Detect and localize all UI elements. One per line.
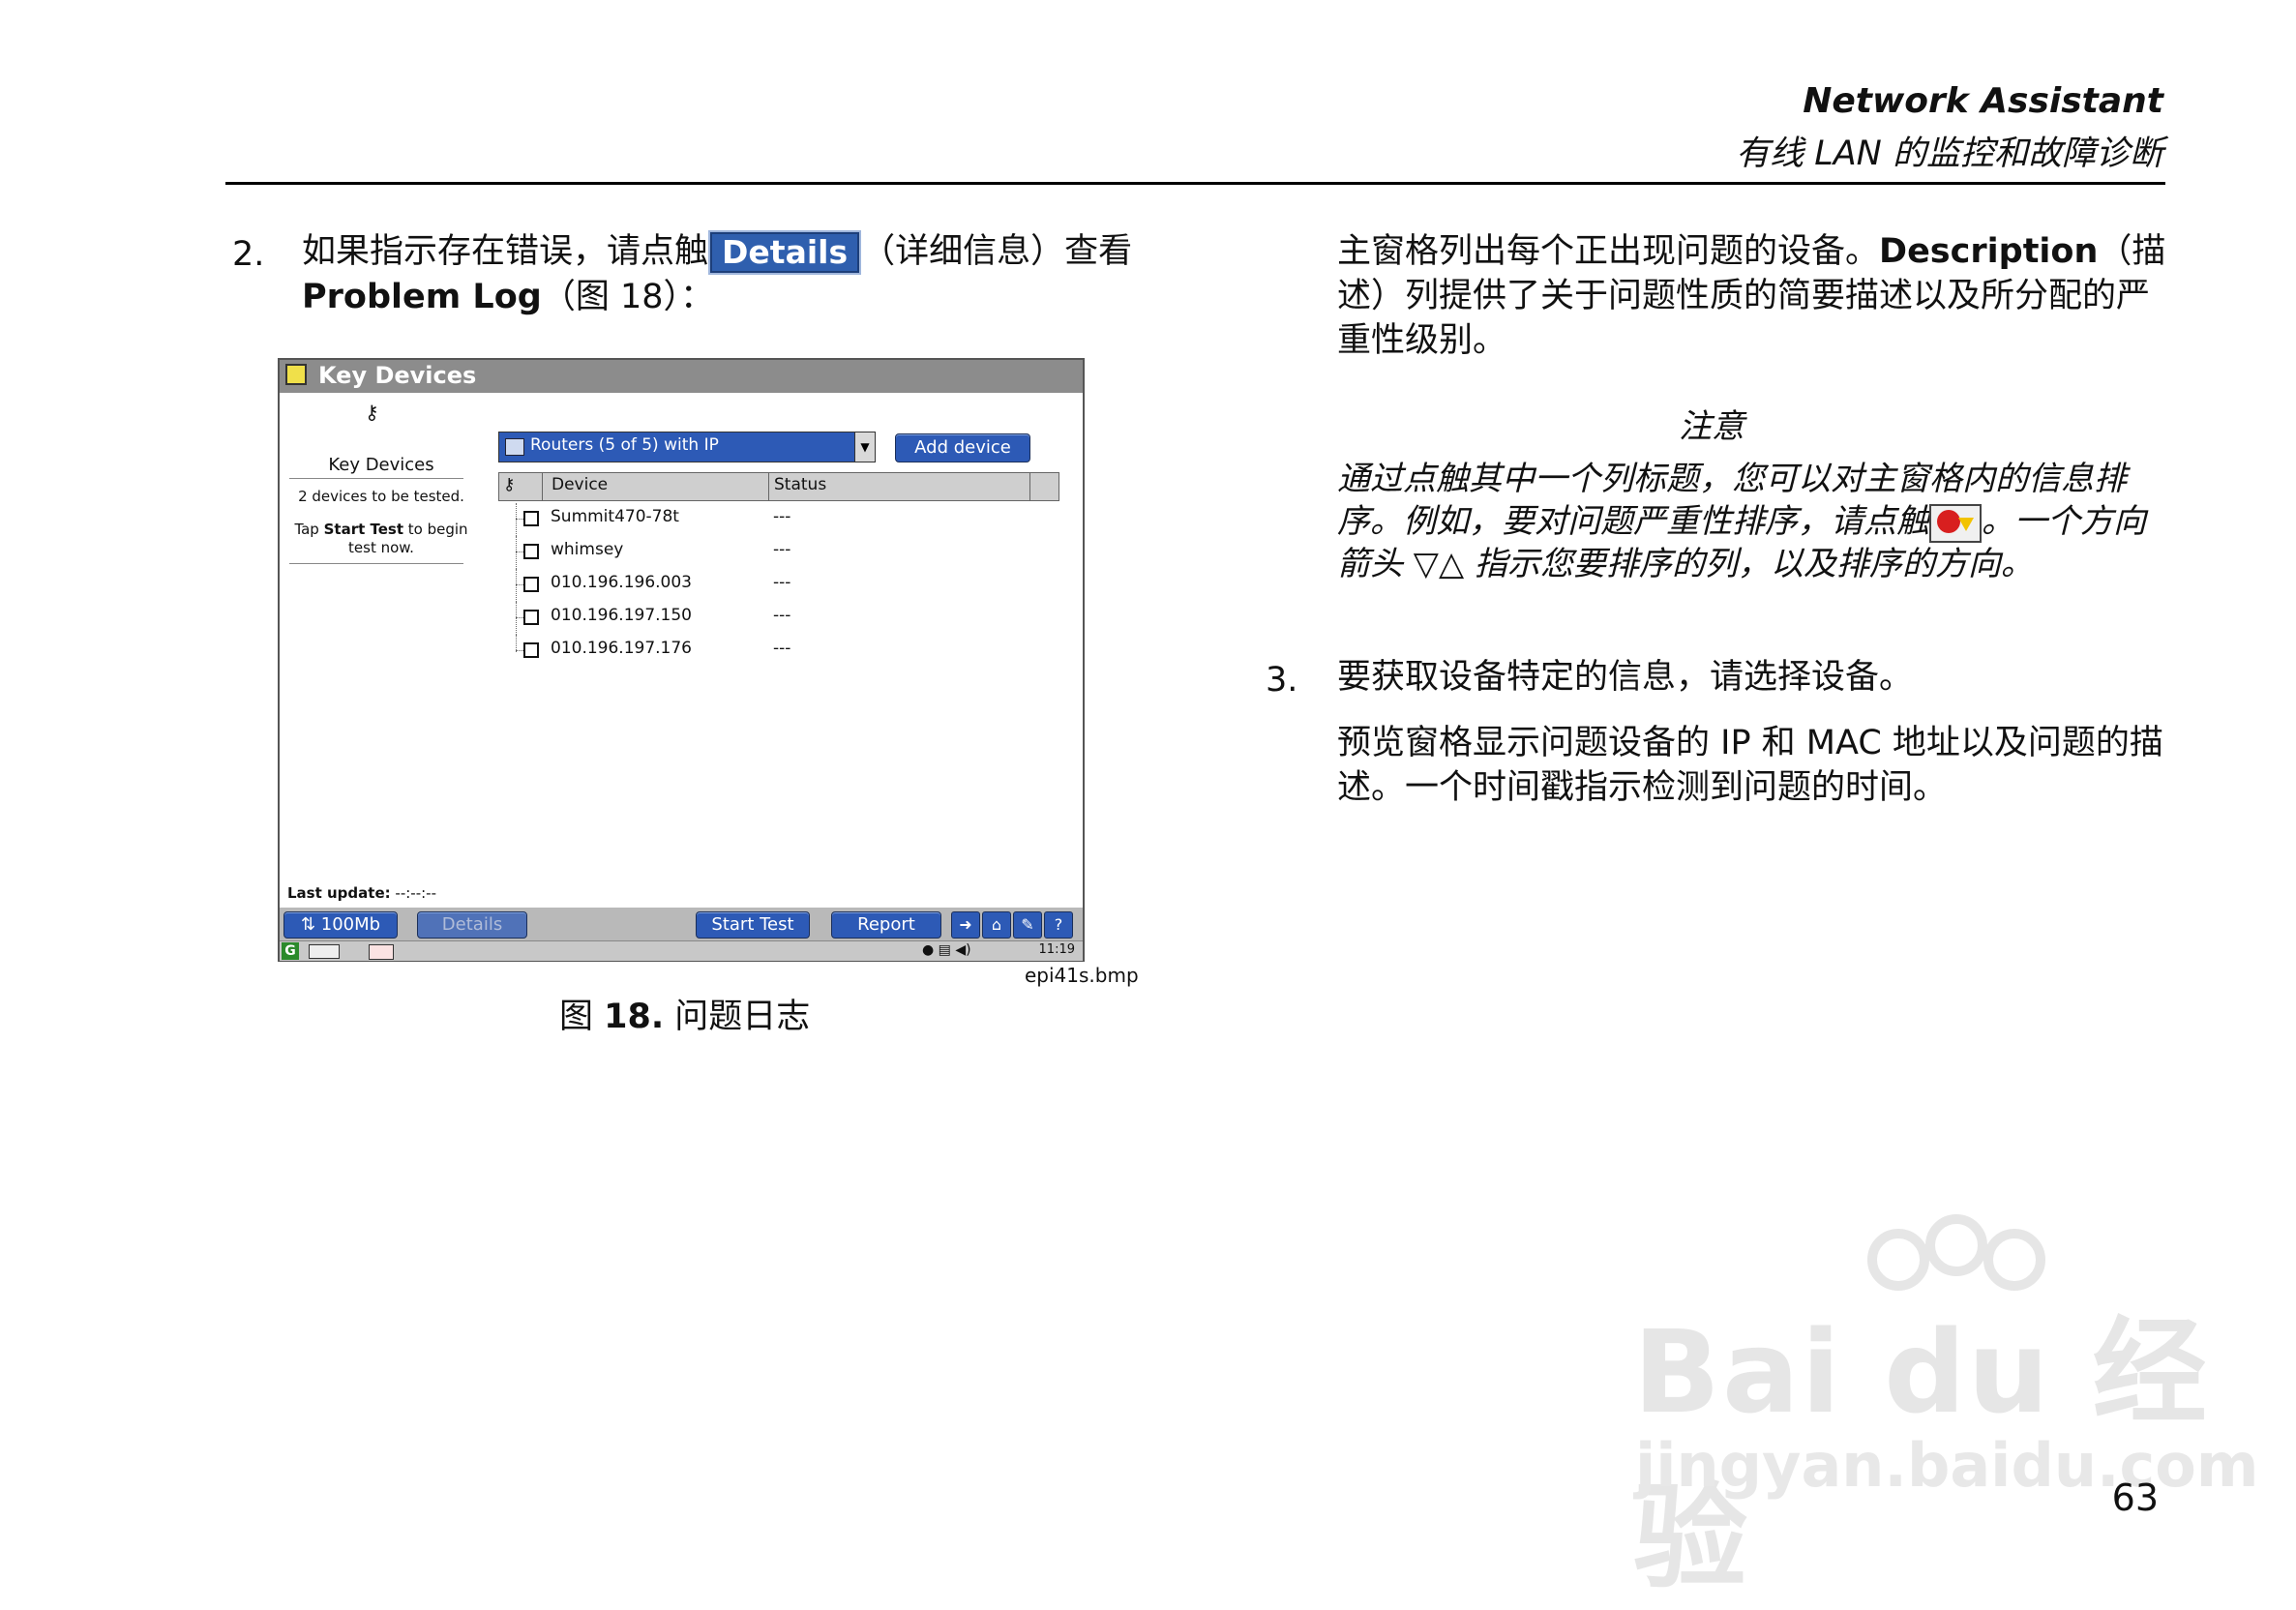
add-device-button[interactable]: Add device [895, 433, 1030, 462]
step-3-text: 要获取设备特定的信息，请选择设备。 [1337, 658, 1914, 697]
row-checkbox[interactable] [523, 642, 539, 658]
table-row[interactable]: Summit470-78t --- [498, 503, 1040, 536]
hint-line2: test now. [348, 539, 414, 556]
device-name: Summit470-78t [551, 507, 679, 526]
tree-line [516, 569, 518, 602]
chevron-down-icon[interactable]: ▼ [854, 432, 875, 462]
row-checkbox[interactable] [523, 511, 539, 526]
device-status: --- [773, 573, 791, 592]
help-icon[interactable]: ? [1044, 911, 1073, 939]
device-name: 010.196.197.176 [551, 639, 693, 658]
window-icon [285, 364, 307, 385]
note-title: 注意 [1679, 407, 1744, 446]
paragraph-description: 主窗格列出每个正出现问题的设备。Description（描述）列提供了关于问题性… [1337, 229, 2169, 363]
header-subtitle: 有线 LAN 的监控和故障诊断 [1736, 134, 2163, 173]
step-2-text-after: （详细信息）查看 [861, 232, 1133, 271]
row-checkbox[interactable] [523, 544, 539, 559]
tray-icons: ● ▤ ◀) [922, 942, 971, 958]
dropdown-value: Routers (5 of 5) with IP [530, 435, 719, 455]
home-icon[interactable]: ⌂ [982, 911, 1011, 939]
column-header-device[interactable]: Device [552, 475, 608, 494]
caption-number: 18. [604, 998, 665, 1036]
row-checkbox[interactable] [523, 610, 539, 625]
sort-severity-icon [1929, 503, 1982, 543]
problem-log-label: Problem Log [302, 278, 542, 316]
link-speed-label: 100Mb [320, 914, 381, 935]
tools-icon[interactable]: ✎ [1013, 911, 1042, 939]
figure-caption: 图 18. 问题日志 [559, 989, 810, 1038]
device-name: whimsey [551, 540, 624, 559]
device-filter-dropdown[interactable]: Routers (5 of 5) with IP ▼ [498, 432, 876, 462]
tree-line [516, 536, 518, 569]
sort-key-icon[interactable]: ⚷ [503, 475, 515, 494]
device-screenshot: Key Devices ⚷ Key Devices 2 devices to b… [278, 358, 1085, 962]
page-number: 63 [2111, 1476, 2159, 1519]
watermark-url: jingyan.baidu.com [1635, 1430, 2259, 1501]
figure-reference: （图 18）： [541, 278, 714, 316]
hint-pre: Tap [294, 521, 324, 538]
header-divider [225, 182, 2165, 185]
column-header-status[interactable]: Status [774, 475, 826, 494]
device-status: --- [773, 507, 791, 526]
last-update: Last update: --:--:-- [287, 884, 436, 902]
header-title: Network Assistant [1803, 81, 2163, 121]
paragraph-preview-pane: 预览窗格显示问题设备的 IP 和 MAC 地址以及问题的描述。一个时间戳指示检测… [1337, 724, 2163, 807]
device-left-pane: ⚷ Key Devices 2 devices to be tested. Ta… [280, 393, 483, 908]
device-statusbar: G ● ▤ ◀) 11:19 [280, 940, 1083, 961]
tree-line [516, 602, 518, 635]
device-table-header: ⚷ Device Status [498, 472, 1059, 501]
note-body: 通过点触其中一个列标题，您可以对主窗格内的信息排序。例如，要对问题严重性排序，请… [1337, 458, 2169, 585]
tree-line [516, 503, 518, 536]
window-switch-icon[interactable] [369, 944, 394, 960]
last-update-label: Last update: [287, 884, 391, 902]
table-row[interactable]: 010.196.196.003 --- [498, 569, 1040, 602]
para1-a: 主窗格列出每个正出现问题的设备。 [1337, 232, 1880, 271]
column-separator [542, 473, 543, 500]
device-name: 010.196.197.150 [551, 606, 693, 625]
start-test-button[interactable]: Start Test [696, 911, 810, 939]
start-test-hint: Tap Start Test to begin test now. [280, 521, 483, 557]
column-separator [1029, 473, 1030, 500]
device-titlebar: Key Devices [280, 360, 1083, 393]
step-2-text-before: 如果指示存在错误，请点触 [302, 232, 709, 271]
figure-filename: epi41s.bmp [1025, 964, 1139, 987]
details-button-image: Details [708, 230, 862, 275]
device-window-title: Key Devices [318, 362, 477, 389]
step-2-number: 2. [232, 235, 265, 274]
key-icon: ⚷ [365, 401, 379, 424]
report-button[interactable]: Report [831, 911, 941, 939]
hint-bold: Start Test [323, 521, 404, 538]
device-status: --- [773, 639, 791, 658]
forward-icon[interactable]: ➜ [951, 911, 980, 939]
keyboard-icon[interactable] [309, 944, 340, 959]
column-separator [768, 473, 769, 500]
caption-text: 问题日志 [664, 998, 811, 1036]
description-term: Description [1879, 232, 2099, 271]
table-row[interactable]: whimsey --- [498, 536, 1040, 569]
step-3-number: 3. [1266, 661, 1298, 700]
devices-count-text: 2 devices to be tested. [298, 488, 464, 505]
divider [289, 563, 463, 564]
details-button[interactable]: Details [417, 911, 527, 939]
device-main-area: ⚷ Key Devices 2 devices to be tested. Ta… [280, 393, 1083, 908]
divider [289, 478, 463, 479]
last-update-value: --:--:-- [395, 884, 436, 902]
left-pane-heading: Key Devices [328, 455, 434, 475]
device-status: --- [773, 606, 791, 625]
step-2-text: 如果指示存在错误，请点触 Details （详细信息）查看 Problem Log（… [302, 229, 1173, 319]
device-name: 010.196.196.003 [551, 573, 693, 592]
device-status: --- [773, 540, 791, 559]
clock: 11:19 [1038, 942, 1075, 957]
device-toolbar: ⇅ 100Mb Details Start Test Report ➜ ⌂ ✎ … [280, 908, 1083, 940]
caption-prefix: 图 [559, 998, 605, 1036]
table-row[interactable]: 010.196.197.176 --- [498, 635, 1040, 668]
hint-post: to begin [403, 521, 468, 538]
row-checkbox[interactable] [523, 577, 539, 592]
router-list-icon [505, 438, 524, 456]
paw-icon [1925, 1214, 1987, 1276]
link-speed-button[interactable]: ⇅ 100Mb [283, 911, 398, 939]
table-row[interactable]: 010.196.197.150 --- [498, 602, 1040, 635]
start-menu-icon[interactable]: G [282, 942, 299, 960]
